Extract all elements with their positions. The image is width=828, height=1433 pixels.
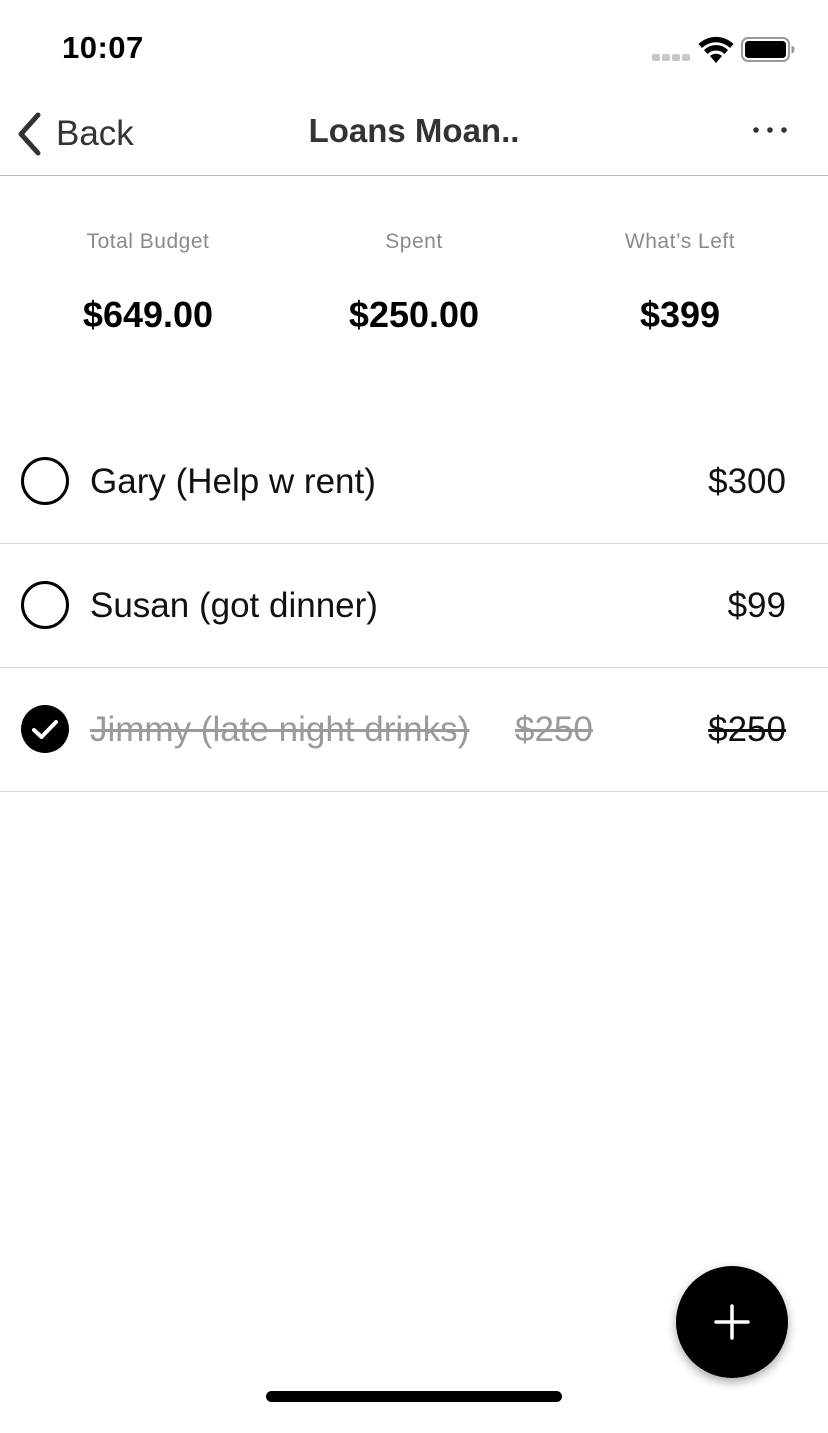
list-item[interactable]: Gary (Help w rent) $300 (0, 420, 828, 544)
list-item[interactable]: Jimmy (late night drinks) $250 $250 (0, 668, 828, 792)
spent-value: $250.00 (348, 294, 480, 335)
spent-label: Spent (385, 230, 443, 253)
item-name: Susan (got dinner) (90, 586, 378, 625)
loan-list: Gary (Help w rent) $300 Susan (got dinne… (0, 420, 828, 792)
navigation-bar: Loans Moan.. Back (0, 100, 828, 176)
item-amount: $250 (708, 710, 786, 749)
more-horizontal-icon[interactable] (748, 118, 792, 142)
checked-circle-icon[interactable] (20, 704, 70, 754)
unchecked-circle-icon[interactable] (20, 456, 70, 506)
item-secondary-amount: $250 (515, 710, 593, 749)
whats-left-label: What’s Left (624, 230, 736, 253)
plus-icon (714, 1304, 750, 1340)
whats-left-value: $399 (639, 294, 721, 335)
add-item-button[interactable] (676, 1266, 788, 1378)
budget-summary: Total Budget $649.00 Spent $250.00 What’… (0, 230, 828, 350)
item-amount: $300 (708, 462, 786, 501)
cellular-signal-icon (652, 54, 690, 61)
total-budget-stat: Total Budget $649.00 (10, 230, 286, 336)
spent-stat: Spent $250.00 (276, 230, 552, 336)
item-name: Gary (Help w rent) (90, 462, 376, 501)
unchecked-circle-icon[interactable] (20, 580, 70, 630)
status-time: 10:07 (62, 30, 144, 65)
battery-icon (741, 37, 795, 62)
list-item[interactable]: Susan (got dinner) $99 (0, 544, 828, 668)
item-name: Jimmy (late night drinks) (90, 710, 470, 749)
back-label: Back (56, 114, 134, 153)
total-budget-value: $649.00 (82, 294, 214, 335)
chevron-left-icon (18, 112, 41, 156)
whats-left-stat: What’s Left $399 (542, 230, 818, 336)
screen: 10:07 Loans Moan.. Back Total Budget $64… (0, 0, 828, 1433)
back-button[interactable]: Back (16, 106, 134, 162)
wifi-icon (698, 36, 734, 63)
total-budget-label: Total Budget (86, 230, 210, 253)
home-indicator (266, 1391, 562, 1402)
item-amount: $99 (727, 586, 786, 625)
status-bar: 10:07 (0, 0, 828, 100)
